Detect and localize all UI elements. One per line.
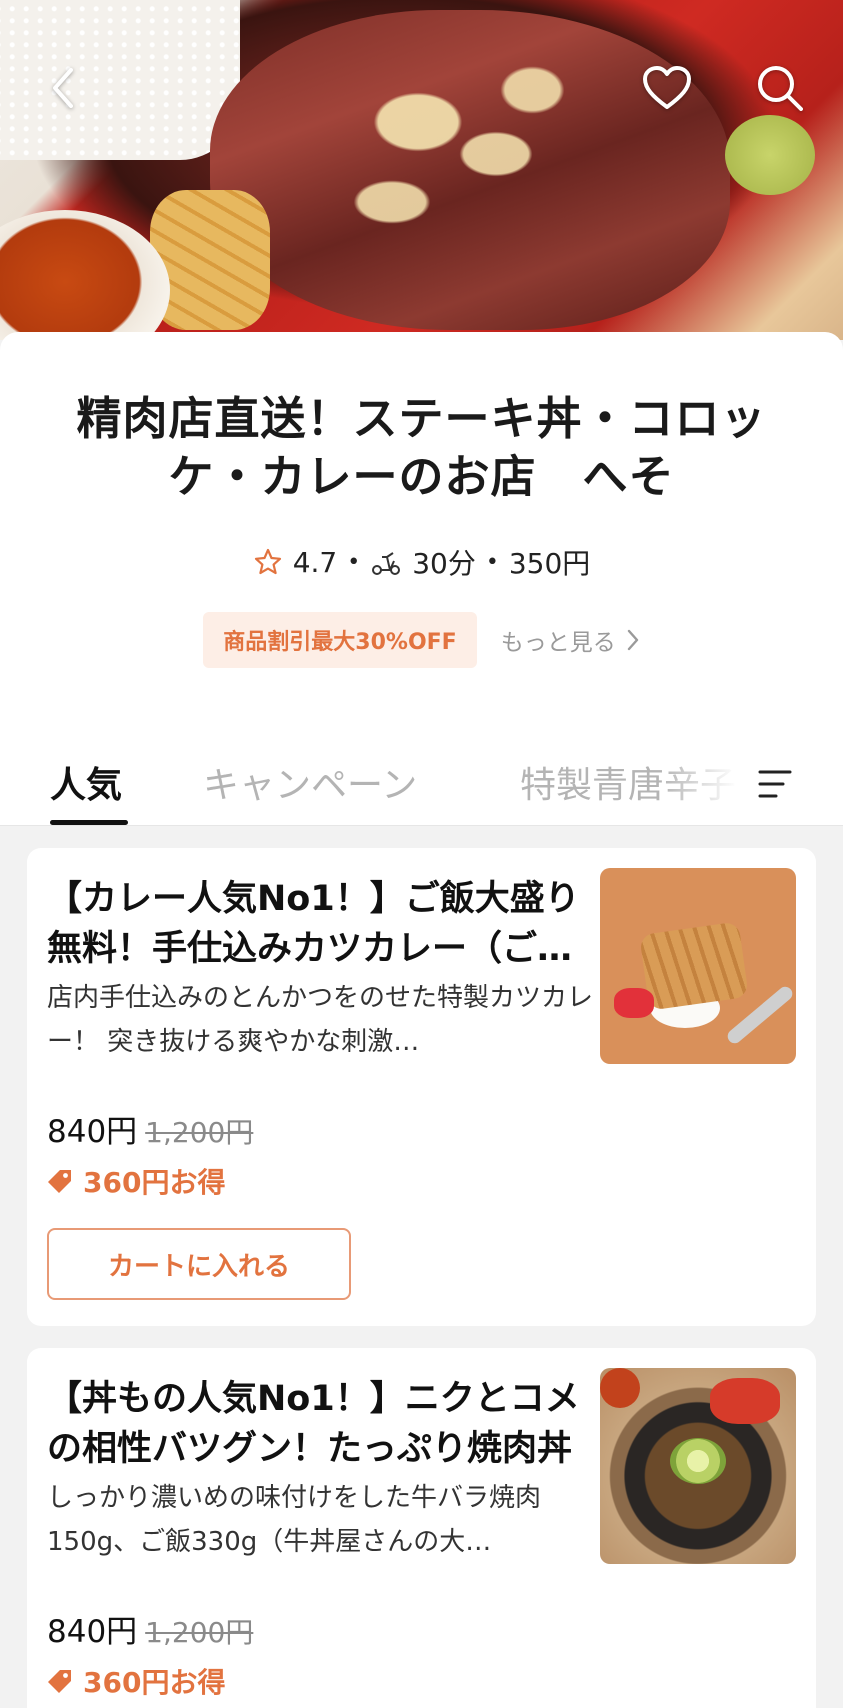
product-title: 【カレー人気No1！】ご飯大盛り無料！手仕込みカツカレー（ご飯330g） (47, 879, 580, 969)
search-icon (758, 66, 803, 111)
current-price: 840円 (47, 1614, 138, 1650)
add-to-cart-button[interactable]: カートに入れる (47, 1228, 351, 1300)
more-link[interactable]: もっと見る (501, 623, 640, 657)
tab-popular[interactable]: 人気 (50, 756, 122, 808)
product-price: 840円 1,200円 (47, 1106, 253, 1151)
product-price: 840円 1,200円 (47, 1606, 253, 1651)
savings-text: 360円お得 (83, 1666, 226, 1699)
product-image-katsu-curry (600, 868, 796, 1064)
product-description: しっかり濃いめの味付けをした牛バラ焼肉150g、ご飯330g（牛丼屋さんの大… (47, 1483, 542, 1557)
promo-badge: 商品割引最大30%OFF (203, 612, 477, 668)
active-tab-indicator (50, 820, 128, 825)
don-kimchi (710, 1378, 780, 1424)
don-sauce-cup (600, 1368, 640, 1408)
current-price: 840円 (47, 1114, 138, 1150)
price-tag-icon (48, 1170, 71, 1193)
product-title: 【丼もの人気No1！】ニクとコメの相性バツグン！たっぷり焼肉丼 (47, 1379, 580, 1469)
meta-separator: • (347, 549, 361, 575)
search-button[interactable] (750, 58, 810, 118)
product-image-yakiniku-don (600, 1368, 796, 1564)
hero-wasabi (725, 115, 815, 195)
more-link-label: もっと見る (500, 630, 616, 656)
product-card[interactable]: 【丼もの人気No1！】ニクとコメの相性バツグン！たっぷり焼肉丼 しっかり濃いめの… (27, 1348, 816, 1708)
don-green-onion (670, 1438, 726, 1484)
delivery-time: 30分 (412, 547, 476, 580)
chevron-left-icon (53, 68, 73, 108)
back-button[interactable] (34, 58, 94, 118)
savings-label: 360円お得 (47, 1661, 225, 1701)
meta-separator: • (485, 549, 499, 575)
heart-icon (643, 66, 691, 109)
promo-row: 商品割引最大30%OFF もっと見る (0, 612, 843, 668)
tabs-fade (660, 742, 770, 824)
scooter-icon (372, 552, 401, 575)
original-price: 1,200円 (145, 1616, 254, 1649)
savings-text: 360円お得 (83, 1166, 226, 1199)
hero-image (0, 0, 843, 340)
category-tabs: 人気 キャンペーン 特製青唐辛子 (0, 742, 843, 826)
tab-campaign[interactable]: キャンペーン (203, 756, 417, 808)
original-price: 1,200円 (145, 1116, 254, 1149)
savings-label: 360円お得 (47, 1161, 225, 1201)
hero-fries (150, 190, 270, 330)
product-card[interactable]: 【カレー人気No1！】ご飯大盛り無料！手仕込みカツカレー（ご飯330g） 店内手… (27, 848, 816, 1326)
price-tag-icon (48, 1670, 71, 1693)
hero-sauce-bowl (0, 210, 170, 340)
favorite-button[interactable] (637, 58, 697, 118)
curry-cutlet (639, 921, 749, 1011)
rating-value: 4.7 (292, 545, 338, 579)
chevron-right-icon (627, 629, 638, 651)
delivery-fee: 350円 (508, 547, 591, 580)
store-meta: 4.7 • 30分 • 350円 (0, 542, 843, 582)
star-icon (254, 548, 281, 575)
product-description: 店内手仕込みのとんかつをのせた特製カツカレー！ 突き抜ける爽やかな刺激… (47, 983, 594, 1057)
curry-pickled-ginger (614, 988, 654, 1018)
list-menu-icon[interactable] (756, 764, 796, 804)
store-title: 精肉店直送！ステーキ丼・コロッケ・カレーのお店 へそ (76, 392, 767, 503)
